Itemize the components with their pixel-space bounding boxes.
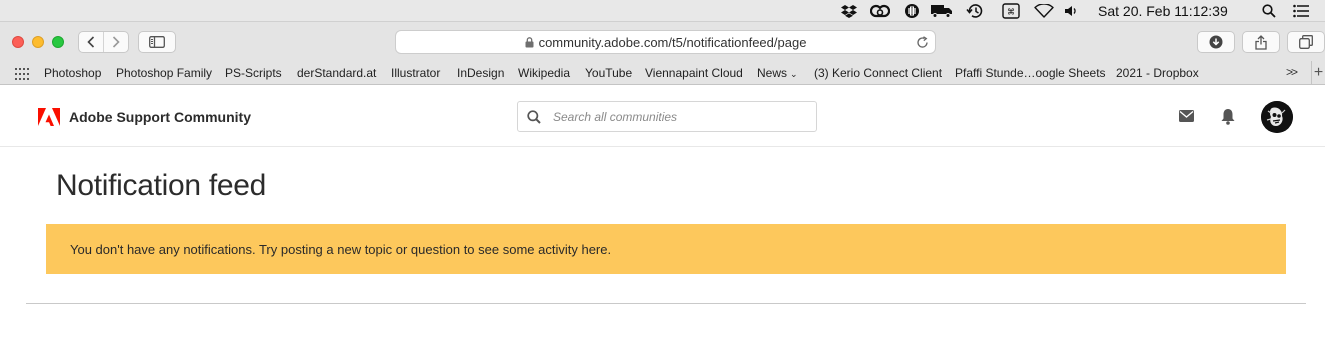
wifi-icon[interactable]	[1033, 3, 1055, 19]
chevron-right-icon	[112, 36, 120, 48]
bookmarks-bar: Photoshop Photoshop Family PS-Scripts de…	[0, 61, 1325, 85]
notification-empty-message: You don't have any notifications. Try po…	[70, 241, 612, 257]
mail-icon[interactable]	[1178, 109, 1194, 123]
bookmark-folder-label: News	[757, 66, 788, 80]
bookmark-indesign[interactable]: InDesign	[457, 66, 504, 80]
list-icon[interactable]	[1292, 3, 1310, 19]
bookmark-viennapaint-cloud[interactable]: Viennapaint Cloud	[645, 66, 743, 80]
tabs-icon	[1299, 35, 1313, 49]
bookmark-derstandard[interactable]: derStandard.at	[297, 66, 376, 80]
spotlight-icon[interactable]	[1261, 3, 1277, 19]
bookmark-pfaffi-sheets[interactable]: Pfaffi Stunde…oogle Sheets	[955, 66, 1106, 80]
browser-toolbar: community.adobe.com/t5/notificationfeed/…	[0, 22, 1325, 61]
reload-icon	[916, 35, 928, 48]
vpn-icon[interactable]	[903, 3, 921, 19]
close-window-button[interactable]	[12, 36, 24, 48]
bookmark-kerio-connect[interactable]: (3) Kerio Connect Client	[814, 66, 942, 80]
adobe-logo-icon[interactable]	[38, 108, 60, 126]
download-icon	[1209, 35, 1223, 49]
share-button[interactable]	[1242, 31, 1280, 53]
volume-icon[interactable]	[1063, 3, 1079, 19]
minimize-window-button[interactable]	[32, 36, 44, 48]
chevron-left-icon	[87, 36, 95, 48]
back-button[interactable]	[79, 32, 103, 52]
bell-icon[interactable]	[1220, 107, 1236, 125]
user-avatar[interactable]	[1261, 101, 1293, 133]
menubar-clock[interactable]: Sat 20. Feb 11:12:39	[1098, 3, 1228, 19]
keyboard-icon[interactable]: ⌘	[1001, 3, 1021, 19]
time-machine-icon[interactable]	[965, 3, 985, 19]
chevron-down-icon: ⌄	[790, 69, 798, 79]
site-header: Adobe Support Community	[0, 86, 1325, 147]
fullscreen-window-button[interactable]	[52, 36, 64, 48]
bookmark-illustrator[interactable]: Illustrator	[391, 66, 440, 80]
search-icon[interactable]	[527, 110, 541, 124]
bookmark-wikipedia[interactable]: Wikipedia	[518, 66, 570, 80]
tabs-overview-button[interactable]	[1287, 31, 1325, 53]
search-input[interactable]	[553, 108, 803, 126]
truck-icon[interactable]	[930, 3, 954, 19]
navigation-buttons	[78, 31, 129, 53]
forward-button[interactable]	[103, 32, 128, 52]
downloads-button[interactable]	[1197, 31, 1235, 53]
bookmark-youtube[interactable]: YouTube	[585, 66, 632, 80]
bookmark-folder-news[interactable]: News ⌄	[757, 66, 798, 81]
url-text: community.adobe.com/t5/notificationfeed/…	[538, 34, 807, 50]
bookmark-photoshop-family[interactable]: Photoshop Family	[116, 66, 212, 80]
menu-bar: ⌘ Sat 20. Feb 11:12:39	[0, 0, 1325, 22]
svg-text:⌘: ⌘	[1007, 8, 1015, 17]
sidebar-toggle-button[interactable]	[138, 31, 176, 53]
bookmark-photoshop[interactable]: Photoshop	[44, 66, 101, 80]
divider	[26, 303, 1306, 304]
search-box	[517, 101, 817, 132]
sidebar-icon	[149, 36, 165, 48]
more-bookmarks-button[interactable]: >>	[1286, 65, 1298, 79]
creative-cloud-icon[interactable]	[869, 3, 891, 19]
reload-button[interactable]	[915, 35, 929, 49]
lock-icon	[525, 36, 534, 47]
site-title[interactable]: Adobe Support Community	[69, 109, 251, 125]
bookmark-ps-scripts[interactable]: PS-Scripts	[225, 66, 282, 80]
dropbox-icon[interactable]	[840, 3, 858, 19]
share-icon	[1255, 34, 1267, 50]
grid-icon[interactable]	[15, 67, 29, 80]
new-tab-button[interactable]: +	[1311, 61, 1325, 85]
bookmark-dropbox-2021[interactable]: 2021 - Dropbox	[1116, 66, 1199, 80]
address-bar[interactable]: community.adobe.com/t5/notificationfeed/…	[395, 30, 936, 54]
page-title: Notification feed	[56, 169, 267, 202]
notification-empty-banner: You don't have any notifications. Try po…	[46, 224, 1286, 274]
